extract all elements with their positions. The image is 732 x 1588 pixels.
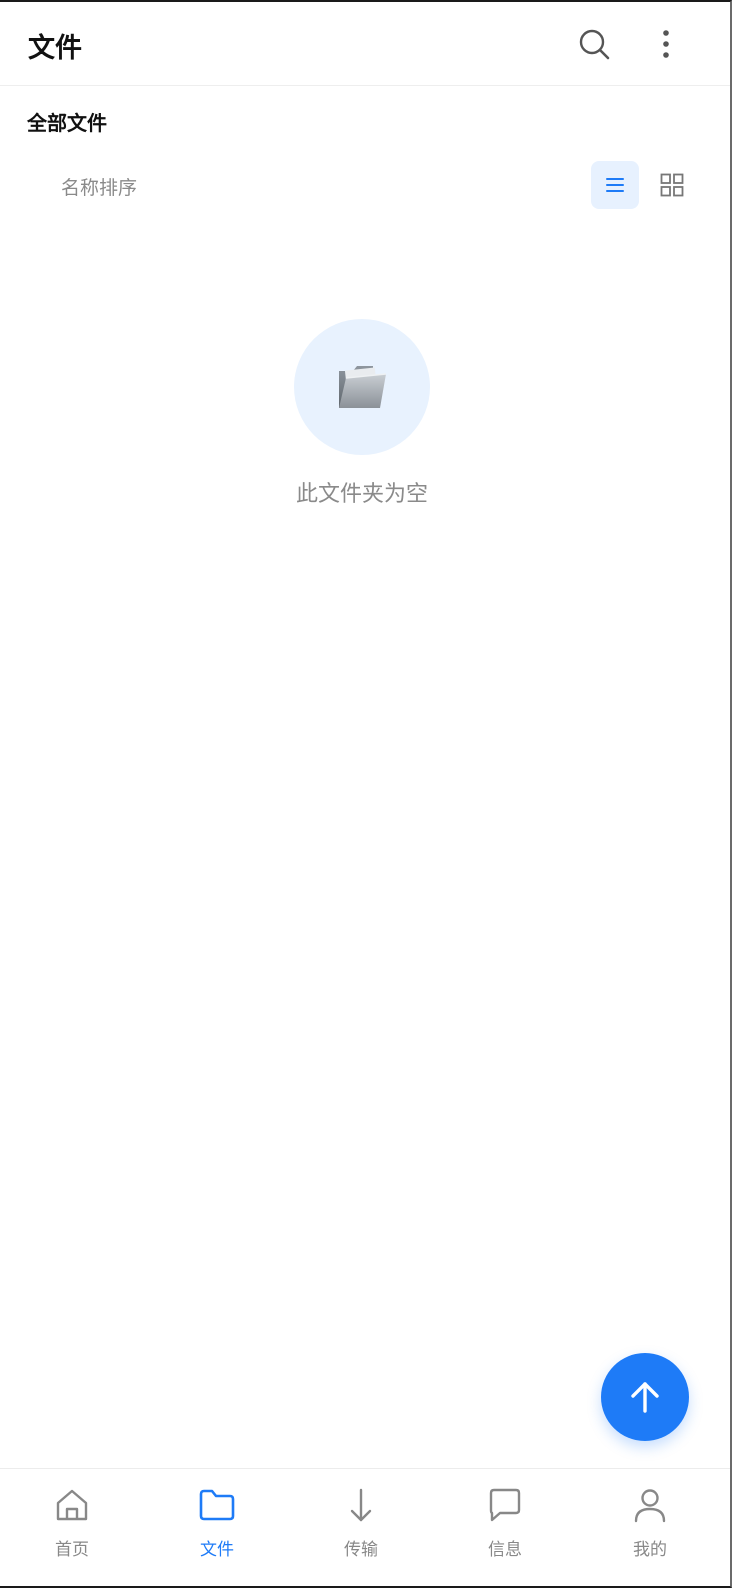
nav-item-messages[interactable]: 信息 [455,1485,555,1575]
page-title: 文件 [28,33,82,64]
nav-item-transfer[interactable]: 传输 [311,1485,411,1575]
more-vertical-icon [663,30,669,58]
folder-icon [199,1489,235,1521]
upload-fab[interactable] [601,1353,689,1441]
nav-label: 传输 [344,1540,378,1560]
breadcrumb[interactable]: 全部文件 [27,107,107,136]
empty-folder-message: 此文件夹为空 [295,482,428,507]
list-icon [606,178,624,192]
list-view-toggle[interactable] [591,161,639,209]
arrow-up-icon [631,1382,659,1413]
grid-icon [660,173,684,197]
message-icon [489,1488,521,1522]
nav-label: 我的 [633,1540,667,1560]
more-options-button[interactable] [648,24,684,64]
home-icon [56,1489,88,1521]
top-app-bar: 文件 [0,2,730,86]
empty-state-illustration [294,319,430,455]
user-icon [634,1489,666,1523]
nav-label: 文件 [200,1540,234,1560]
nav-item-files[interactable]: 文件 [167,1485,267,1575]
nav-item-home[interactable]: 首页 [22,1485,122,1575]
search-icon [579,29,610,60]
bottom-navigation: 首页 文件 传输 信息 我的 [0,1468,730,1586]
arrow-down-icon [350,1488,372,1522]
search-button[interactable] [574,24,614,64]
grid-view-toggle[interactable] [652,161,692,209]
nav-label: 信息 [488,1540,522,1560]
nav-item-profile[interactable]: 我的 [600,1485,700,1575]
app-screen: 文件 全部文件 名称排序 此文件夹为空 首页 文件 传输 信息 我的 [0,0,732,1588]
sort-by-name-button[interactable]: 名称排序 [61,173,137,200]
nav-label: 首页 [55,1540,89,1560]
open-folder-icon [339,366,387,408]
